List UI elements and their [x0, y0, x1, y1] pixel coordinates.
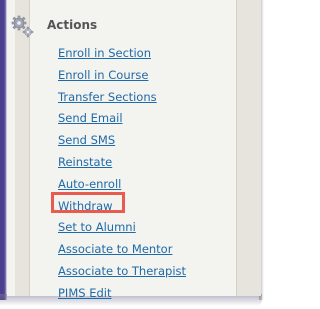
- list-item: Send Email: [58, 109, 186, 131]
- pims-edit-link[interactable]: PIMS Edit: [58, 286, 111, 300]
- list-item: Enroll in Course: [58, 66, 186, 88]
- list-item: Set to Alumni: [58, 218, 186, 240]
- send-email-link[interactable]: Send Email: [58, 111, 123, 125]
- send-sms-link[interactable]: Send SMS: [58, 133, 115, 147]
- panel-left-gutter: [15, 0, 30, 296]
- gears-icon: [11, 15, 34, 38]
- set-to-alumni-link[interactable]: Set to Alumni: [58, 220, 136, 234]
- list-item: Associate to Mentor: [58, 240, 186, 262]
- transfer-sections-link[interactable]: Transfer Sections: [58, 90, 157, 104]
- window-left-edge: [0, 0, 7, 300]
- list-item: Send SMS: [58, 131, 186, 153]
- auto-enroll-link[interactable]: Auto-enroll: [58, 177, 121, 191]
- actions-list: Enroll in Section Enroll in Course Trans…: [58, 44, 186, 306]
- actions-window: Actions Enroll in Section Enroll in Cour…: [0, 0, 267, 309]
- enroll-in-section-link[interactable]: Enroll in Section: [58, 46, 151, 60]
- associate-to-therapist-link[interactable]: Associate to Therapist: [58, 264, 186, 278]
- list-item: Withdraw: [58, 197, 186, 219]
- list-item: PIMS Edit: [58, 284, 186, 306]
- list-item: Enroll in Section: [58, 44, 186, 66]
- list-item: Reinstate: [58, 153, 186, 175]
- reinstate-link[interactable]: Reinstate: [58, 155, 112, 169]
- list-item: Associate to Therapist: [58, 262, 186, 284]
- list-item: Transfer Sections: [58, 88, 186, 110]
- enroll-in-course-link[interactable]: Enroll in Course: [58, 68, 148, 82]
- panel-right-gutter: [236, 0, 261, 296]
- panel-title: Actions: [47, 18, 98, 32]
- associate-to-mentor-link[interactable]: Associate to Mentor: [58, 242, 172, 256]
- list-item: Auto-enroll: [58, 175, 186, 197]
- withdraw-link[interactable]: Withdraw: [58, 199, 113, 213]
